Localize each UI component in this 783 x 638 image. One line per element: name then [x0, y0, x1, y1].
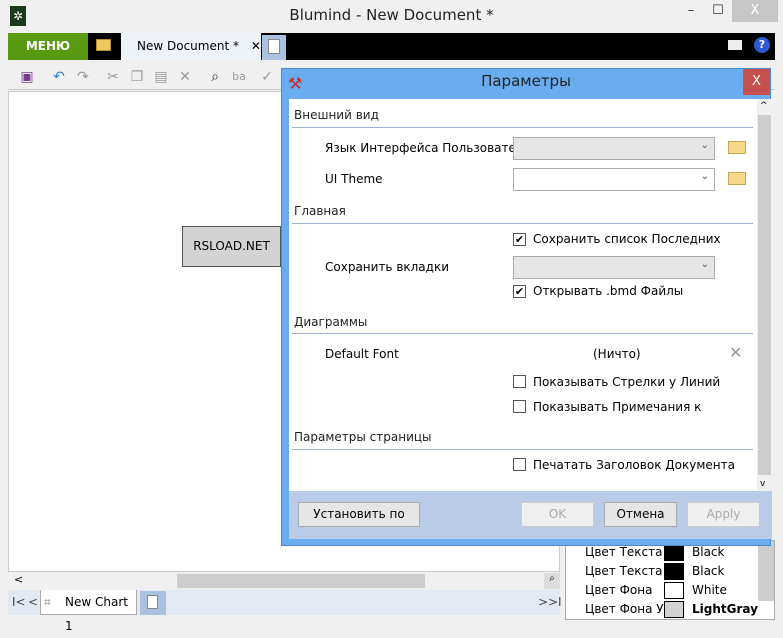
- zoom-icon[interactable]: ⌕: [544, 573, 560, 589]
- properties-scrollbar[interactable]: [758, 541, 774, 601]
- chart-icon: ⌗: [44, 595, 51, 609]
- default-font-value[interactable]: (Ничто): [593, 347, 641, 361]
- open-bmd-checkbox[interactable]: ✔: [513, 285, 526, 298]
- property-value[interactable]: LightGray: [692, 600, 758, 619]
- scrollbar-thumb[interactable]: [758, 115, 771, 475]
- open-bmd-label: Открывать .bmd Файлы: [533, 284, 684, 298]
- ui-theme-label: UI Theme: [325, 172, 383, 186]
- folder-icon[interactable]: [728, 172, 746, 185]
- show-arrows-checkbox[interactable]: [513, 375, 526, 388]
- replace-icon[interactable]: ba: [230, 68, 248, 86]
- delete-icon[interactable]: ✕: [176, 68, 194, 86]
- save-recent-label: Сохранить список Последних: [533, 232, 721, 246]
- dialog-title: Параметры: [481, 72, 571, 90]
- save-icon[interactable]: ▣: [18, 68, 36, 86]
- dialog-close-button[interactable]: X: [743, 69, 770, 95]
- redo-icon[interactable]: ↷: [74, 68, 92, 86]
- show-arrows-label: Показывать Стрелки у Линий: [533, 375, 721, 389]
- open-folder-icon[interactable]: [96, 39, 111, 51]
- ui-theme-select[interactable]: ⌄: [513, 168, 715, 191]
- menu-button[interactable]: МЕНЮ: [8, 33, 88, 60]
- help-icon[interactable]: ?: [754, 37, 770, 53]
- cut-icon[interactable]: ✂: [104, 68, 122, 86]
- cancel-button[interactable]: Отмена: [604, 502, 677, 527]
- find-icon[interactable]: ⌕: [206, 68, 224, 86]
- section-appearance: Внешний вид: [294, 108, 379, 122]
- color-swatch[interactable]: [664, 563, 684, 580]
- color-swatch[interactable]: [664, 582, 684, 599]
- new-file-icon: [268, 39, 280, 54]
- undo-icon[interactable]: ↶: [50, 68, 68, 86]
- tab-new-document[interactable]: New Document * ✕: [121, 33, 261, 60]
- layout-icon[interactable]: [728, 40, 742, 50]
- tab-label: New Document *: [137, 39, 239, 53]
- chevron-down-icon: ⌄: [700, 259, 709, 270]
- tab-label: New Chart 1: [65, 595, 128, 633]
- prev-chart-button[interactable]: <: [28, 595, 38, 609]
- chevron-down-icon: ⌄: [700, 140, 709, 151]
- color-swatch[interactable]: [664, 601, 684, 618]
- property-label: Цвет Фона Уз.: [585, 602, 674, 616]
- section-charts: Диаграммы: [294, 315, 368, 329]
- default-font-label: Default Font: [325, 347, 399, 361]
- scrollbar-thumb[interactable]: [177, 574, 425, 588]
- show-notes-checkbox[interactable]: [513, 400, 526, 413]
- property-label: Цвет Текста У: [585, 564, 674, 578]
- divider: [292, 127, 753, 128]
- topic-node[interactable]: RSLOAD.NET: [182, 226, 281, 267]
- paste-icon[interactable]: ▤: [152, 68, 170, 86]
- save-tabs-select[interactable]: ⌄: [513, 256, 715, 279]
- property-label: Цвет Фона: [585, 583, 653, 597]
- divider: [292, 449, 753, 450]
- tab-new-chart-1[interactable]: ⌗ New Chart 1: [40, 590, 137, 633]
- divider: [292, 333, 753, 334]
- tab-close-icon[interactable]: ✕: [251, 39, 261, 53]
- chevron-down-icon: ⌄: [700, 171, 709, 182]
- new-document-button[interactable]: [262, 35, 286, 60]
- property-value[interactable]: White: [692, 581, 727, 600]
- window-title: Blumind - New Document *: [289, 6, 494, 24]
- section-main: Главная: [294, 204, 346, 218]
- clear-font-icon[interactable]: ✕: [729, 343, 742, 362]
- close-button[interactable]: X: [732, 0, 778, 22]
- format-brush-icon[interactable]: ✓: [258, 68, 276, 86]
- next-chart-button[interactable]: >: [538, 595, 548, 609]
- property-value[interactable]: Black: [692, 562, 724, 581]
- first-chart-button[interactable]: I<: [12, 595, 26, 609]
- divider: [292, 223, 753, 224]
- apply-button[interactable]: Apply: [687, 502, 760, 527]
- print-title-label: Печатать Заголовок Документа: [533, 458, 735, 472]
- last-chart-button[interactable]: >I: [548, 595, 562, 609]
- save-tabs-label: Сохранить вкладки: [325, 260, 450, 274]
- minimize-button[interactable]: –: [678, 0, 704, 22]
- new-chart-button[interactable]: [140, 591, 166, 615]
- copy-icon[interactable]: ❐: [128, 68, 146, 86]
- set-defaults-button[interactable]: Установить по: [298, 502, 420, 527]
- new-file-icon: [147, 595, 158, 609]
- ui-language-label: Язык Интерфейса Пользователя: [325, 141, 531, 155]
- show-notes-label: Показывать Примечания к: [533, 400, 702, 414]
- color-swatch[interactable]: [664, 544, 684, 561]
- print-title-checkbox[interactable]: [513, 458, 526, 471]
- save-recent-checkbox[interactable]: ✔: [513, 233, 526, 246]
- folder-icon[interactable]: [728, 141, 746, 154]
- maximize-button[interactable]: ☐: [705, 0, 731, 22]
- ui-language-select[interactable]: ⌄: [513, 137, 715, 160]
- ok-button[interactable]: OK: [521, 502, 594, 527]
- section-page: Параметры страницы: [294, 430, 432, 444]
